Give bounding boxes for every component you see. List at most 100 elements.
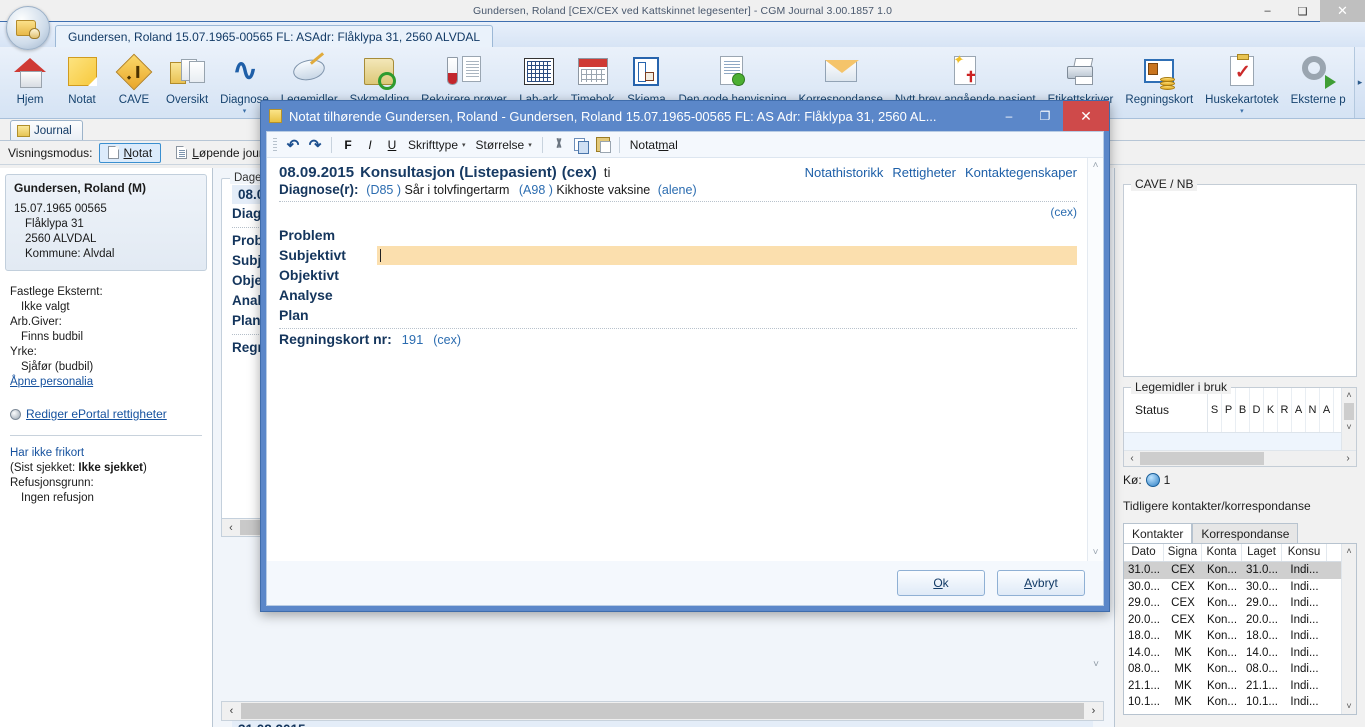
underline-button[interactable]: U bbox=[382, 135, 402, 155]
tab-kontakter[interactable]: Kontakter bbox=[1123, 523, 1193, 543]
note-editor-content[interactable]: 08.09.2015 Konsultasjon (Listepasient) (… bbox=[267, 158, 1087, 561]
ribbon-item-den-gode-henvisning[interactable]: Den gode henvisning bbox=[672, 50, 792, 107]
ribbon-overflow-button[interactable]: ▸ bbox=[1354, 47, 1365, 118]
note-field-problem[interactable]: Problem bbox=[279, 225, 1077, 245]
tab-korrespondanse[interactable]: Korrespondanse bbox=[1192, 523, 1299, 543]
note-editor-vscrollbar[interactable]: ˄ ˅ bbox=[1087, 158, 1103, 561]
contacts-col-dato[interactable]: Dato bbox=[1124, 544, 1164, 561]
ribbon-item-lab-ark[interactable]: Lab-ark bbox=[513, 50, 565, 107]
chevron-down-icon[interactable]: ▾ bbox=[243, 108, 247, 115]
legemidler-col-status[interactable]: Status bbox=[1124, 388, 1208, 432]
chevron-down-icon[interactable]: ▾ bbox=[1240, 108, 1244, 115]
legemidler-col-r[interactable]: R bbox=[1278, 388, 1292, 432]
note-field-analyse[interactable]: Analyse bbox=[279, 285, 1077, 305]
ribbon-item-korrespondanse[interactable]: Korrespondanse bbox=[793, 50, 889, 107]
table-row[interactable]: 31.0... CEX Kon... 31.0... Indi... bbox=[1124, 562, 1356, 579]
ribbon-item-notat[interactable]: Notat bbox=[56, 50, 108, 107]
legemidler-hscroll-left[interactable]: ‹ bbox=[1124, 453, 1140, 464]
italic-button[interactable]: I bbox=[360, 135, 380, 155]
legemidler-col-a[interactable]: A bbox=[1320, 388, 1334, 432]
legemidler-row[interactable] bbox=[1124, 433, 1356, 450]
legemidler-hscroll-thumb[interactable] bbox=[1140, 452, 1264, 465]
open-personalia-link[interactable]: Åpne personalia bbox=[10, 375, 202, 390]
contacts-col-konta[interactable]: Konta bbox=[1202, 544, 1242, 561]
legemidler-vscroll-down[interactable]: ˅ bbox=[1342, 420, 1356, 435]
contacts-vscrollbar[interactable]: ˄ ˅ bbox=[1341, 544, 1356, 714]
ribbon-item-nytt-brev-ang-ende-pasient[interactable]: ✦✝Nytt brev angående pasient bbox=[889, 50, 1042, 107]
window-minimize-button[interactable]: – bbox=[1250, 0, 1285, 22]
contacts-col-signa[interactable]: Signa bbox=[1164, 544, 1202, 561]
legemidler-col-n[interactable]: N bbox=[1306, 388, 1320, 432]
ok-button[interactable]: Ok bbox=[897, 570, 985, 596]
undo-button[interactable]: ↶ bbox=[283, 135, 303, 155]
legemidler-hscrollbar[interactable]: ‹ › bbox=[1124, 450, 1356, 466]
font-family-dropdown[interactable]: Skrifttype ▾ bbox=[404, 138, 470, 152]
table-row[interactable]: 20.0... CEX Kon... 20.0... Indi... bbox=[1124, 612, 1356, 629]
table-row[interactable]: 10.1... MK Kon... 10.1... Indi... bbox=[1124, 694, 1356, 711]
contacts-vscroll-down[interactable]: ˅ bbox=[1342, 699, 1356, 714]
legemidler-vscroll-up[interactable]: ˄ bbox=[1342, 388, 1356, 403]
font-size-dropdown[interactable]: Størrelse ▾ bbox=[472, 138, 536, 152]
window-maximize-button[interactable]: ❑ bbox=[1285, 0, 1320, 22]
table-row[interactable]: 21.1... MK Kon... 21.1... Indi... bbox=[1124, 678, 1356, 695]
note-field-objektivt[interactable]: Objektivt bbox=[279, 265, 1077, 285]
ribbon-item-hjem[interactable]: Hjem bbox=[4, 50, 56, 107]
ribbon-item-rekvirere-pr-ver[interactable]: Rekvirere prøver bbox=[415, 50, 513, 107]
link-rettigheter[interactable]: Rettigheter bbox=[892, 165, 956, 180]
app-orb-button[interactable] bbox=[6, 6, 50, 50]
note-dialog-minimize-button[interactable]: – bbox=[991, 101, 1027, 131]
ribbon-item-sykmelding[interactable]: Sykmelding bbox=[344, 50, 415, 107]
prev-vscroll-down-arrow[interactable]: ˅ bbox=[1089, 659, 1103, 670]
note-vscroll-up-arrow[interactable]: ˄ bbox=[1088, 158, 1103, 174]
link-kontaktegenskaper[interactable]: Kontaktegenskaper bbox=[965, 165, 1077, 180]
contacts-col-laget[interactable]: Laget bbox=[1242, 544, 1282, 561]
patient-tab[interactable]: Gundersen, Roland 15.07.1965-00565 FL: A… bbox=[55, 25, 494, 47]
bottom-hscroll-thumb[interactable] bbox=[241, 703, 1084, 719]
table-row[interactable]: 30.0... CEX Kon... 30.0... Indi... bbox=[1124, 579, 1356, 596]
journal-bottom-hscrollbar[interactable]: ‹ › bbox=[221, 701, 1104, 721]
note-field-subjektivt[interactable]: Subjektivt bbox=[279, 245, 1077, 265]
legemidler-hscroll-right[interactable]: › bbox=[1340, 453, 1356, 464]
tab-journal[interactable]: Journal bbox=[10, 120, 83, 140]
notatmal-button[interactable]: Notatmal bbox=[626, 138, 682, 152]
ribbon-item-skjema[interactable]: Skjema bbox=[620, 50, 672, 107]
note-field-input[interactable] bbox=[377, 245, 1077, 265]
ribbon-item-eksterne-p[interactable]: Eksterne p bbox=[1285, 50, 1352, 107]
ribbon-item-legemidler[interactable]: Legemidler bbox=[275, 50, 344, 107]
ribbon-item-etikettskriver[interactable]: Etikettskriver bbox=[1042, 50, 1120, 107]
viewmode-option-notat[interactable]: Notat bbox=[98, 142, 162, 163]
legemidler-vscroll-thumb[interactable] bbox=[1344, 403, 1354, 420]
legemidler-col-p[interactable]: P bbox=[1222, 388, 1236, 432]
note-vscroll-down-arrow[interactable]: ˅ bbox=[1088, 545, 1103, 561]
legemidler-vscrollbar[interactable]: ˄ ˅ bbox=[1341, 388, 1356, 451]
contacts-col-konsu[interactable]: Konsu bbox=[1282, 544, 1327, 561]
ribbon-item-regningskort[interactable]: Regningskort bbox=[1119, 50, 1199, 107]
radio-icon[interactable] bbox=[10, 408, 21, 420]
contacts-vscroll-up[interactable]: ˄ bbox=[1342, 544, 1356, 559]
table-row[interactable]: 29.0... CEX Kon... 29.0... Indi... bbox=[1124, 595, 1356, 612]
copy-button[interactable] bbox=[571, 135, 591, 155]
legemidler-col-a[interactable]: A bbox=[1292, 388, 1306, 432]
legemidler-hscroll-track[interactable] bbox=[1140, 452, 1340, 465]
bold-button[interactable]: F bbox=[338, 135, 358, 155]
window-close-button[interactable]: ✕ bbox=[1320, 0, 1365, 22]
edit-eportal-rights-link[interactable]: Rediger ePortal rettigheter bbox=[26, 407, 167, 421]
ribbon-item-timebok[interactable]: Timebok bbox=[565, 50, 621, 107]
eportal-row[interactable]: Rediger ePortal rettigheter bbox=[0, 407, 212, 421]
legemidler-col-b[interactable]: B bbox=[1236, 388, 1250, 432]
table-row[interactable]: 08.0... MK Kon... 08.0... Indi... bbox=[1124, 661, 1356, 678]
ribbon-item-huskekartotek[interactable]: ✓ Huskekartotek ▾ bbox=[1199, 50, 1285, 115]
table-row[interactable]: 14.0... MK Kon... 14.0... Indi... bbox=[1124, 645, 1356, 662]
ribbon-item-cave[interactable]: CAVE bbox=[108, 50, 160, 107]
link-notathistorikk[interactable]: Notathistorikk bbox=[805, 165, 884, 180]
redo-button[interactable]: ↷ bbox=[305, 135, 325, 155]
legemidler-col-k[interactable]: K bbox=[1264, 388, 1278, 432]
cancel-button[interactable]: Avbryt bbox=[997, 570, 1085, 596]
note-dialog-close-button[interactable]: ✕ bbox=[1063, 101, 1109, 131]
cut-button[interactable] bbox=[549, 135, 569, 155]
note-field-plan[interactable]: Plan bbox=[279, 305, 1077, 325]
toolbar-grip[interactable] bbox=[273, 137, 277, 152]
paste-button[interactable] bbox=[593, 135, 613, 155]
hscroll-left-arrow[interactable]: ‹ bbox=[222, 522, 240, 534]
legemidler-col-s[interactable]: S bbox=[1208, 388, 1222, 432]
